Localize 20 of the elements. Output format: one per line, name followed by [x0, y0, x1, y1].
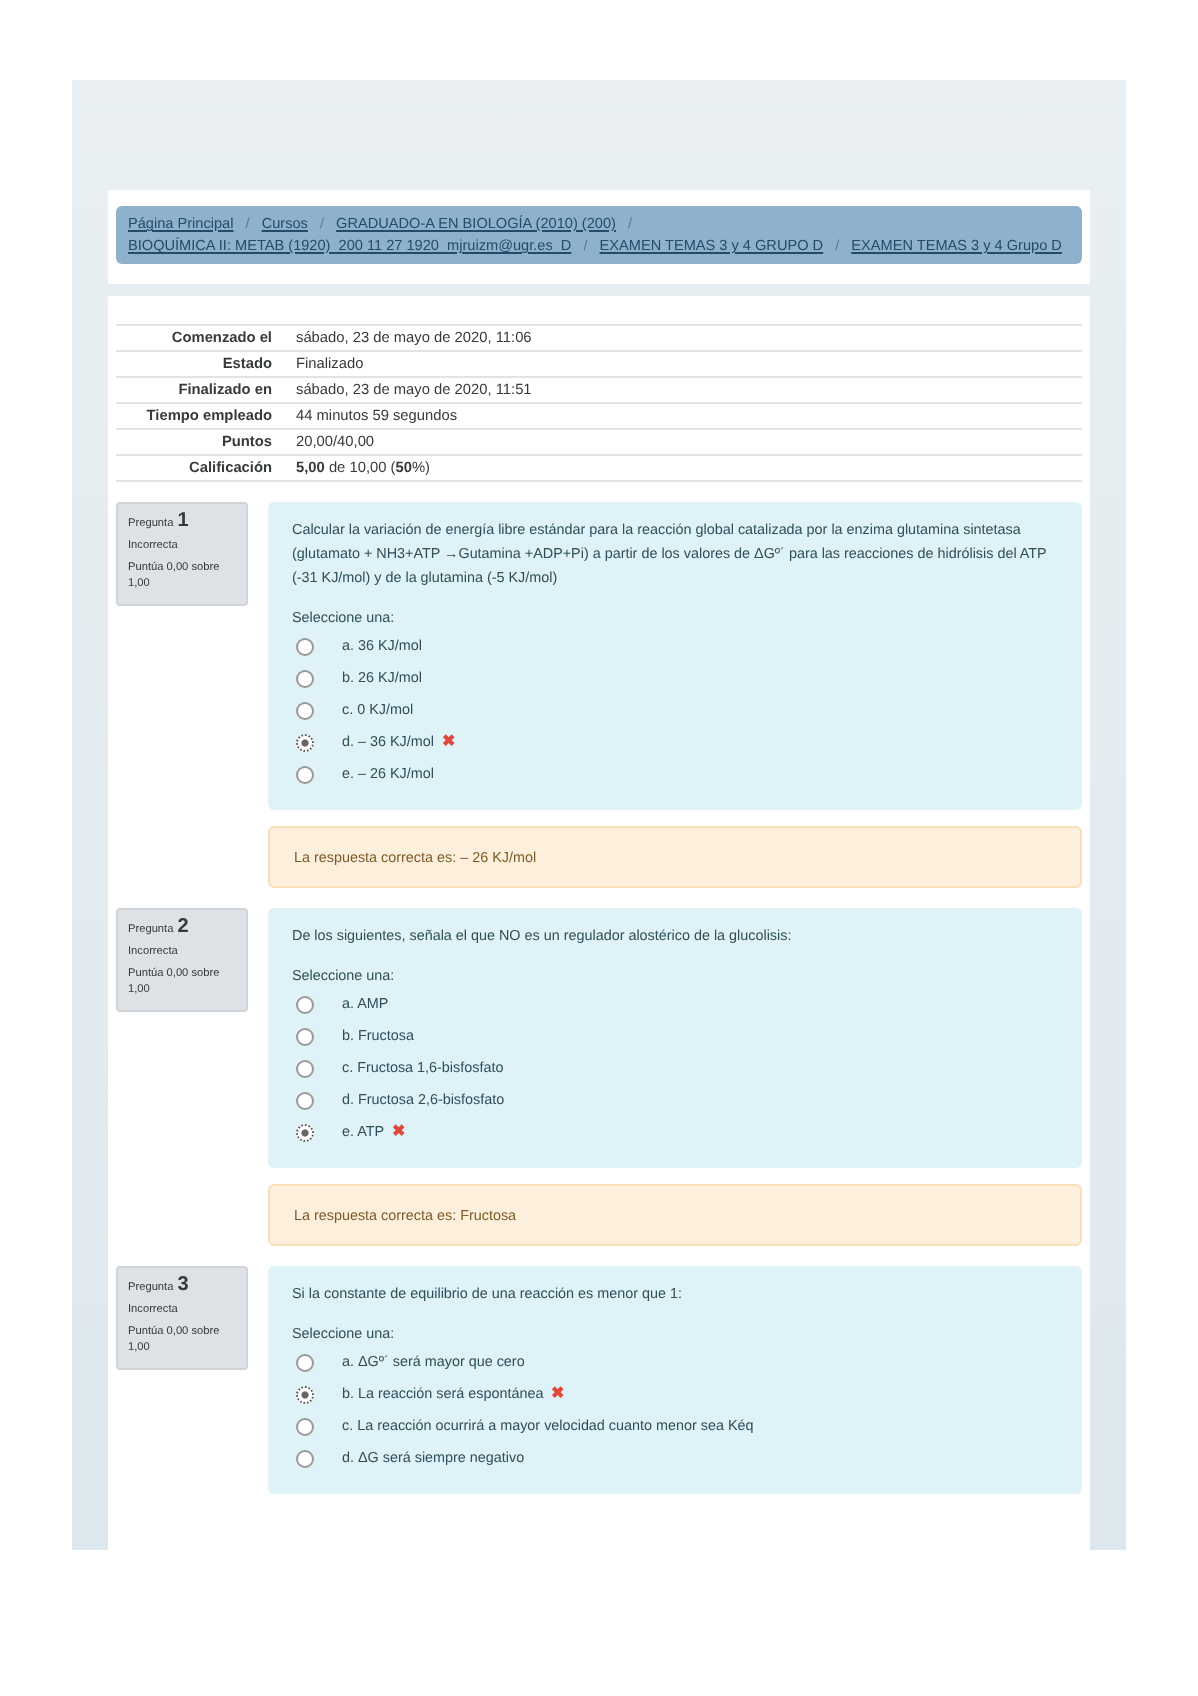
incorrect-icon: ✖ [551, 1382, 566, 1406]
radio-button[interactable] [296, 637, 314, 655]
radio-button[interactable] [296, 1417, 314, 1435]
radio-button[interactable] [296, 733, 314, 751]
question-number: 1 [177, 510, 189, 532]
radio-button[interactable] [296, 765, 314, 783]
radio-button[interactable] [296, 1059, 314, 1077]
incorrect-icon: ✖ [441, 730, 456, 754]
radio-button[interactable] [296, 1353, 314, 1371]
incorrect-icon: ✖ [392, 1120, 407, 1144]
radio-button[interactable] [296, 1449, 314, 1467]
question-number: 3 [177, 1274, 189, 1296]
radio-button[interactable] [296, 701, 314, 719]
question-number: 2 [177, 916, 189, 938]
radio-button[interactable] [296, 1385, 314, 1403]
radio-button[interactable] [296, 1123, 314, 1141]
radio-button[interactable] [296, 1091, 314, 1109]
radio-button[interactable] [296, 995, 314, 1013]
radio-button[interactable] [296, 1027, 314, 1045]
radio-button[interactable] [296, 669, 314, 687]
